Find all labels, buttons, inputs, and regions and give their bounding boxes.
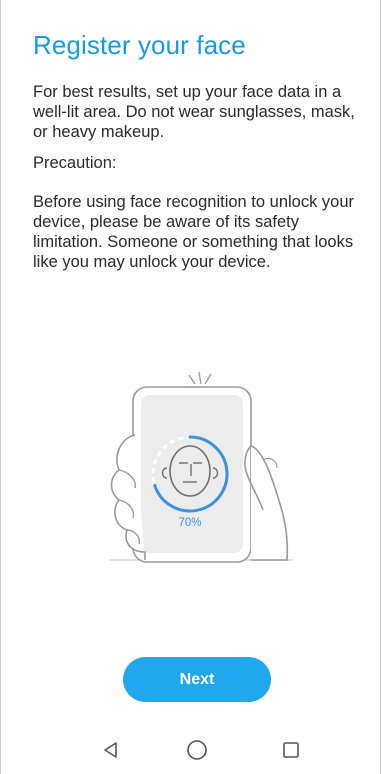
page-title: Register your face [33, 30, 246, 60]
next-button[interactable]: Next [123, 657, 271, 702]
intro-text: For best results, set up your face data … [33, 83, 355, 141]
navigation-bar [1, 726, 380, 774]
progress-label: 70% [178, 517, 201, 529]
face-registration-screen: Register your face For best results, set… [0, 0, 381, 774]
face-scan-illustration: 70% [101, 360, 301, 575]
recents-icon[interactable] [267, 726, 315, 774]
precaution-heading: Precaution: [33, 154, 117, 172]
back-icon[interactable] [87, 726, 135, 774]
precaution-text: Before using face recognition to unlock … [33, 193, 355, 271]
phone-hand-illustration: 70% [109, 371, 293, 563]
home-icon[interactable] [173, 726, 221, 774]
